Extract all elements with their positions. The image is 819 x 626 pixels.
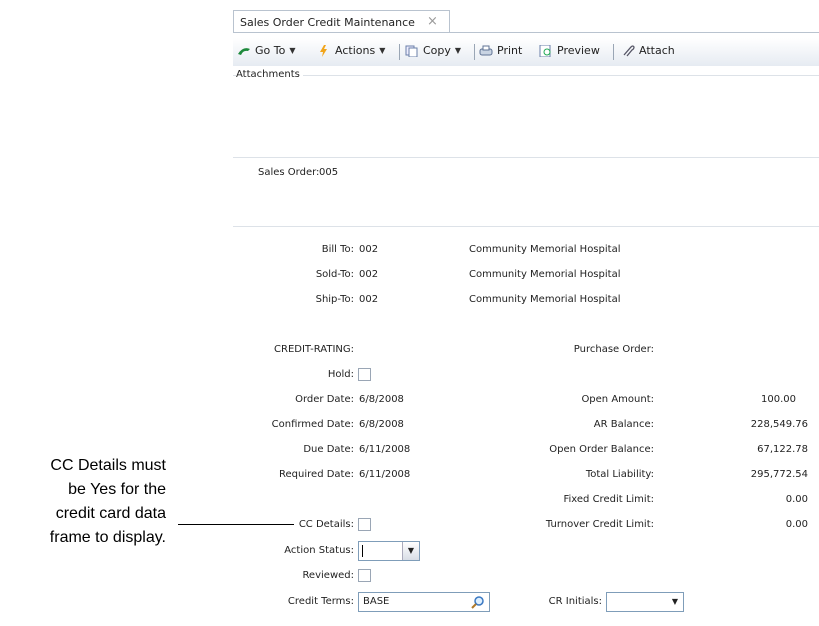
due-date-label: Due Date: bbox=[303, 444, 354, 455]
action-status-select[interactable]: ▼ bbox=[358, 541, 420, 561]
callout-line: frame to display. bbox=[49, 529, 166, 546]
toolbar-separator bbox=[613, 44, 614, 60]
fixed-credit-limit-value: 0.00 bbox=[785, 494, 808, 505]
printer-icon bbox=[479, 45, 493, 55]
sold-to-name: Community Memorial Hospital bbox=[469, 269, 621, 280]
chevron-down-icon: ▼ bbox=[379, 46, 386, 55]
close-icon[interactable]: × bbox=[427, 14, 438, 29]
cr-initials-label: CR Initials: bbox=[548, 596, 602, 607]
hold-checkbox[interactable] bbox=[358, 368, 371, 381]
due-date-value: 6/11/2008 bbox=[359, 444, 411, 455]
credit-terms-label: Credit Terms: bbox=[287, 596, 354, 607]
tab-divider bbox=[233, 32, 819, 33]
print-button[interactable]: Print bbox=[479, 44, 522, 57]
bill-to-label: Bill To: bbox=[321, 244, 354, 255]
goto-icon bbox=[238, 47, 250, 55]
sales-order-label: Sales Order: bbox=[258, 167, 320, 178]
preview-icon bbox=[539, 44, 551, 57]
turnover-credit-limit-value: 0.00 bbox=[785, 519, 808, 530]
callout-leader-line bbox=[178, 524, 294, 525]
action-status-label: Action Status: bbox=[284, 545, 354, 556]
sales-order-value: 005 bbox=[319, 167, 339, 178]
total-liability-label: Total Liability: bbox=[585, 469, 654, 480]
goto-label: Go To bbox=[255, 44, 286, 57]
ship-to-name: Community Memorial Hospital bbox=[469, 294, 621, 305]
purchase-order-label: Purchase Order: bbox=[573, 344, 654, 355]
actions-label: Actions bbox=[335, 44, 376, 57]
copy-icon bbox=[405, 45, 418, 57]
ship-to-label: Ship-To: bbox=[315, 294, 354, 305]
toolbar: Go To ▼ Actions ▼ Copy ▼ Print Preview A… bbox=[233, 38, 819, 66]
fixed-credit-limit-label: Fixed Credit Limit: bbox=[563, 494, 654, 505]
chevron-down-icon[interactable]: ▼ bbox=[667, 593, 683, 611]
goto-button[interactable]: Go To ▼ bbox=[237, 44, 296, 57]
hold-label: Hold: bbox=[327, 369, 354, 380]
chevron-down-icon: ▼ bbox=[289, 46, 296, 55]
credit-rating-label: CREDIT-RATING: bbox=[274, 344, 354, 355]
required-date-label: Required Date: bbox=[279, 469, 354, 480]
ar-balance-value: 228,549.76 bbox=[750, 419, 808, 430]
preview-button[interactable]: Preview bbox=[539, 44, 600, 57]
credit-terms-value: BASE bbox=[363, 596, 390, 607]
callout-line: CC Details must bbox=[50, 457, 166, 474]
print-label: Print bbox=[497, 44, 523, 57]
actions-button[interactable]: Actions ▼ bbox=[317, 44, 385, 57]
open-amount-label: Open Amount: bbox=[581, 394, 654, 405]
open-order-balance-value: 67,122.78 bbox=[757, 444, 808, 455]
attachments-label: Attachments bbox=[236, 69, 303, 80]
paperclip-icon bbox=[623, 44, 635, 56]
tab-sales-order-credit-maintenance[interactable]: Sales Order Credit Maintenance × bbox=[233, 10, 450, 33]
ar-balance-label: AR Balance: bbox=[593, 419, 654, 430]
callout-line: be Yes for the bbox=[68, 481, 166, 498]
open-order-balance-label: Open Order Balance: bbox=[549, 444, 654, 455]
callout-line: credit card data bbox=[55, 505, 166, 522]
bill-to-code: 002 bbox=[359, 244, 379, 255]
attach-label: Attach bbox=[639, 44, 675, 57]
confirmed-date-label: Confirmed Date: bbox=[271, 419, 354, 430]
reviewed-label: Reviewed: bbox=[302, 570, 354, 581]
order-date-value: 6/8/2008 bbox=[359, 394, 404, 405]
toolbar-separator bbox=[399, 44, 400, 60]
reviewed-checkbox[interactable] bbox=[358, 569, 371, 582]
copy-label: Copy bbox=[423, 44, 451, 57]
chevron-down-icon[interactable]: ▼ bbox=[402, 542, 419, 560]
confirmed-date-value: 6/8/2008 bbox=[359, 419, 404, 430]
lightning-icon bbox=[320, 44, 327, 57]
attach-button[interactable]: Attach bbox=[621, 44, 675, 57]
toolbar-separator bbox=[474, 44, 475, 60]
preview-label: Preview bbox=[557, 44, 600, 57]
attachments-frame-line bbox=[233, 75, 819, 76]
lookup-icon[interactable] bbox=[471, 595, 485, 609]
ship-to-code: 002 bbox=[359, 294, 379, 305]
credit-terms-input[interactable]: BASE bbox=[358, 592, 490, 612]
divider bbox=[233, 157, 819, 158]
tab-title: Sales Order Credit Maintenance bbox=[240, 16, 415, 29]
bill-to-name: Community Memorial Hospital bbox=[469, 244, 621, 255]
divider bbox=[233, 226, 819, 227]
chevron-down-icon: ▼ bbox=[454, 46, 462, 55]
order-date-label: Order Date: bbox=[295, 394, 354, 405]
open-amount-value: 100.00 bbox=[761, 394, 796, 405]
text-cursor bbox=[362, 545, 363, 557]
turnover-credit-limit-label: Turnover Credit Limit: bbox=[545, 519, 654, 530]
callout-text: CC Details must be Yes for the credit ca… bbox=[20, 454, 166, 550]
required-date-value: 6/11/2008 bbox=[359, 469, 411, 480]
cr-initials-select[interactable]: ▼ bbox=[606, 592, 684, 612]
total-liability-value: 295,772.54 bbox=[750, 469, 808, 480]
sold-to-label: Sold-To: bbox=[315, 269, 354, 280]
sold-to-code: 002 bbox=[359, 269, 379, 280]
copy-button[interactable]: Copy ▼ bbox=[405, 44, 461, 57]
cc-details-checkbox[interactable] bbox=[358, 518, 371, 531]
